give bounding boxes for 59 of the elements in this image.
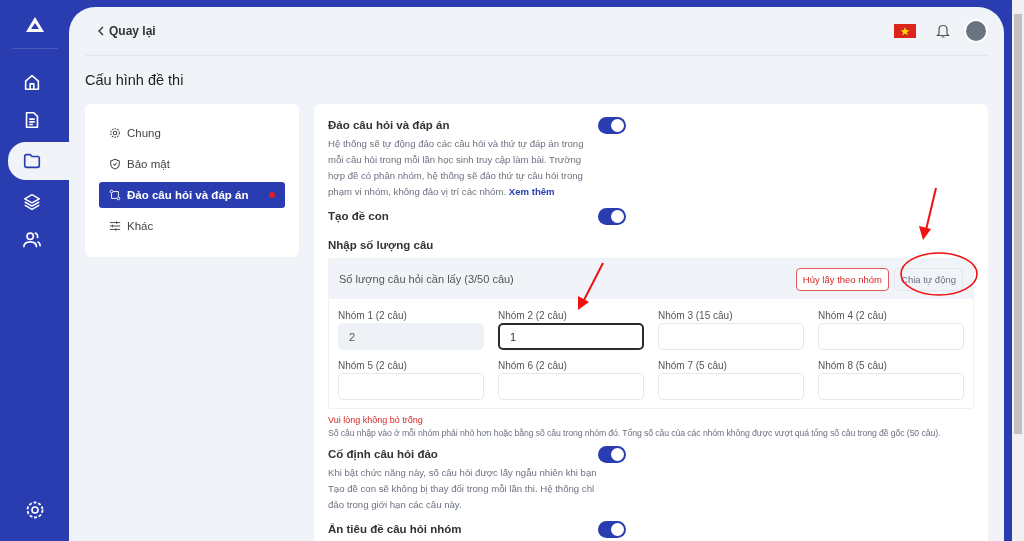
settings-icon[interactable] bbox=[24, 500, 45, 520]
sidebar-item[interactable] bbox=[8, 142, 69, 180]
scrollbar[interactable] bbox=[1012, 0, 1024, 541]
gear-icon bbox=[109, 127, 121, 139]
group-label: Nhóm 7 (5 câu) bbox=[658, 360, 728, 371]
group-count-field[interactable] bbox=[818, 373, 964, 400]
users-icon bbox=[22, 230, 42, 250]
sliders-icon bbox=[109, 220, 121, 232]
option-title: Cố định câu hỏi đảo bbox=[328, 448, 439, 460]
nav-label: Chung bbox=[127, 127, 162, 139]
layers-icon bbox=[22, 192, 42, 212]
flag-icon[interactable] bbox=[894, 24, 916, 38]
group-count-field[interactable] bbox=[338, 373, 484, 400]
group-count-field[interactable]: 1 bbox=[498, 323, 644, 350]
option-title: Đảo câu hỏi và đáp án bbox=[328, 119, 451, 131]
option-description: Khi bật chức năng này, số câu hỏi được lấy ngẫu nhiên khi bạn Tạo đề con sẽ không bị thay đổi trong mỗi lần thi. Hệ thống chỉ đảo trong giới hạn các câu này. bbox=[328, 466, 598, 512]
toggle-switch[interactable] bbox=[598, 446, 626, 463]
annotation-arrow bbox=[919, 187, 937, 240]
nav-label: Đảo câu hỏi và đáp án bbox=[127, 189, 250, 201]
chevron-left-icon bbox=[97, 26, 105, 36]
settings-nav-item[interactable]: Khác bbox=[99, 213, 285, 239]
shuffle-icon bbox=[109, 189, 121, 201]
see-more-link[interactable]: Xem thêm bbox=[508, 186, 555, 197]
page-title: Cấu hình đề thi bbox=[85, 71, 185, 90]
group-count-field[interactable] bbox=[658, 373, 804, 400]
group-count-field[interactable] bbox=[818, 323, 964, 350]
bell-icon[interactable] bbox=[936, 23, 950, 39]
cancel-group-button[interactable]: Hủy lấy theo nhóm bbox=[795, 267, 890, 291]
avatar[interactable] bbox=[966, 21, 986, 41]
group-label: Nhóm 2 (2 câu) bbox=[498, 310, 568, 321]
toggle-switch[interactable] bbox=[598, 521, 626, 538]
group-label: Nhóm 3 (15 câu) bbox=[658, 310, 734, 321]
group-count-field[interactable] bbox=[498, 373, 644, 400]
group-label: Nhóm 4 (2 câu) bbox=[818, 310, 888, 321]
nav-label: Bảo mật bbox=[127, 158, 171, 170]
toggle-switch[interactable] bbox=[598, 208, 626, 225]
error-message: Vui lòng không bỏ trống bbox=[328, 415, 424, 425]
group-label: Nhóm 6 (2 câu) bbox=[498, 360, 568, 371]
group-label: Nhóm 8 (5 câu) bbox=[818, 360, 888, 371]
settings-nav-item[interactable]: Bảo mật bbox=[99, 151, 285, 177]
back-link[interactable]: Quay lại bbox=[97, 24, 156, 38]
group-label: Nhóm 5 (2 câu) bbox=[338, 360, 408, 371]
shield-icon bbox=[109, 158, 121, 170]
group-count-field[interactable] bbox=[658, 323, 804, 350]
option-title: Nhập số lượng câu bbox=[328, 239, 435, 251]
home-icon bbox=[22, 72, 42, 92]
option-description: Hệ thống sẽ tự động đảo các câu hỏi và thứ tự đáp án trong mỗi câu hỏi trong mỗi lần học sinh truy cập làm bài. Trường hợp đề có phân nhóm, hệ thống sẽ đảo thứ tự câu hỏi trong phạm vi nhóm, không đảo vị trí các nhóm. Xem thêm bbox=[328, 137, 585, 199]
quantity-summary: Số lượng câu hỏi cần lấy (3/50 câu) bbox=[339, 273, 514, 285]
folder-icon bbox=[22, 151, 42, 171]
group-label: Nhóm 1 (2 câu) bbox=[338, 310, 408, 321]
nav-label: Khác bbox=[127, 220, 155, 232]
option-title: Ẩn tiêu đề câu hỏi nhóm bbox=[328, 523, 463, 535]
settings-nav-item[interactable]: Đảo câu hỏi và đáp án bbox=[99, 182, 285, 208]
annotation-arrow bbox=[578, 262, 604, 310]
logo-icon[interactable] bbox=[24, 15, 45, 35]
option-title: Tạo đề con bbox=[328, 210, 390, 222]
hint-text: Số câu nhập vào ở mỗi nhóm phải nhỏ hơn hoặc bằng số câu trong nhóm đó. Tổng số câu của các nhóm không được vượt quá tổng số câu trong đề gốc (50 câu). bbox=[328, 428, 942, 438]
settings-nav-item[interactable]: Chung bbox=[99, 120, 285, 146]
toggle-switch[interactable] bbox=[598, 117, 626, 134]
